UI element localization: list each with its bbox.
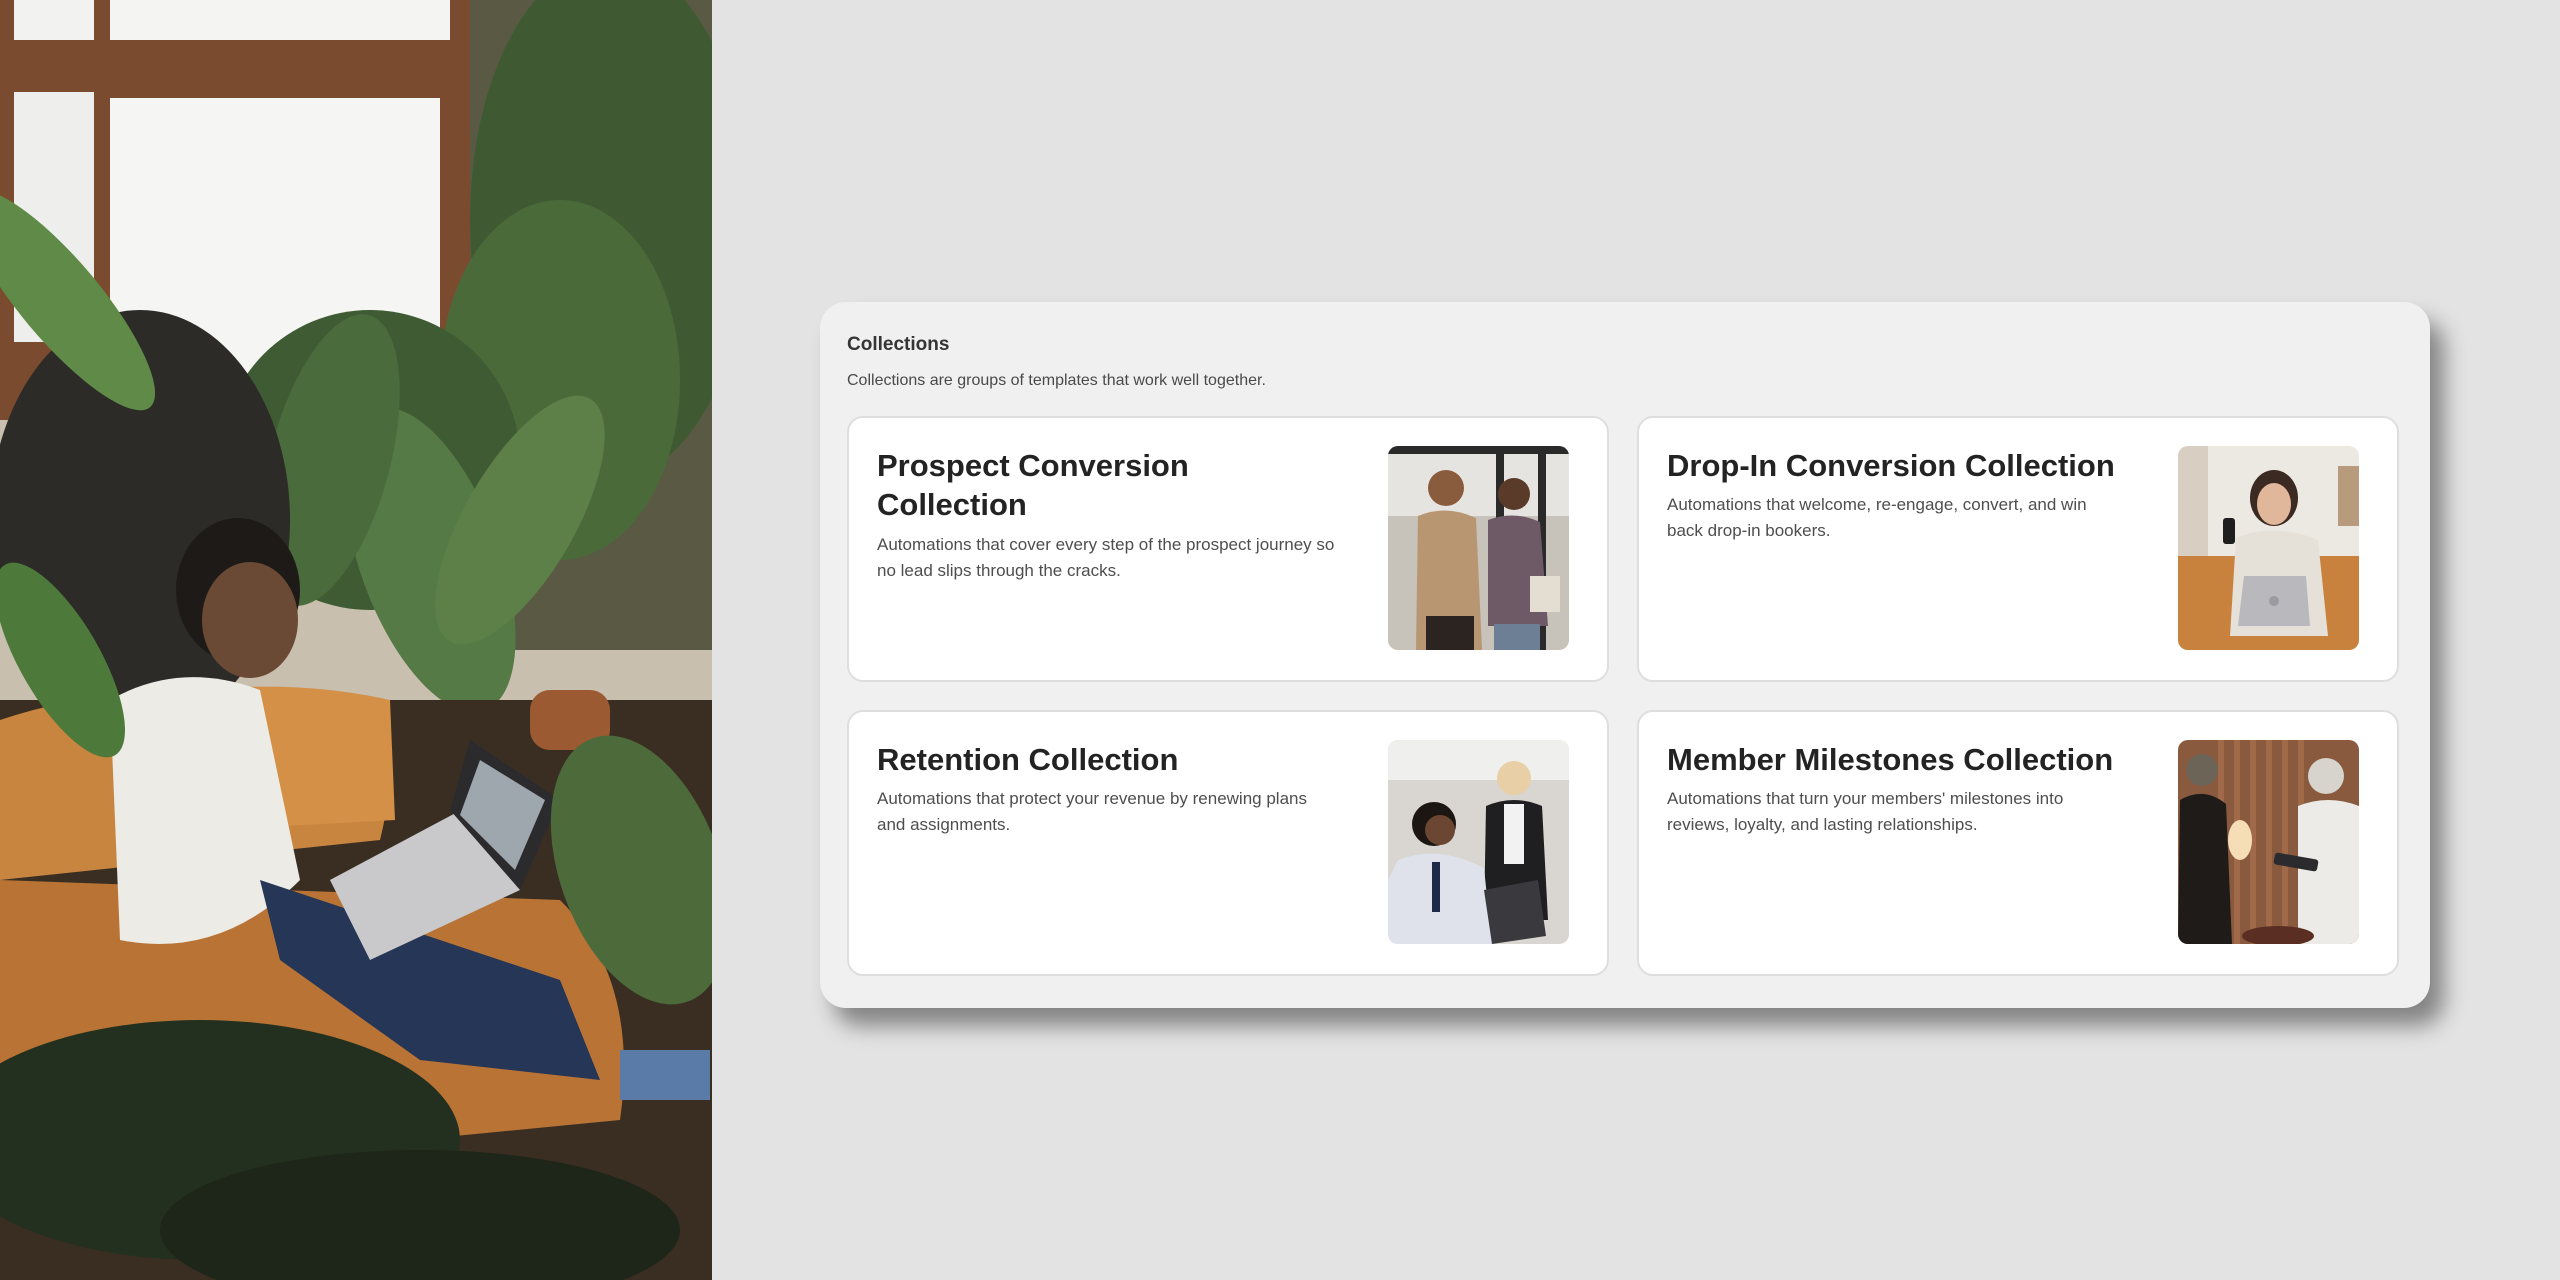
woman-with-laptop-and-phone-photo — [2178, 446, 2359, 650]
collection-card-drop-in-conversion[interactable]: Drop-In Conversion Collection Automation… — [1637, 416, 2399, 682]
collection-card-description: Automations that welcome, re-engage, con… — [1667, 495, 2087, 540]
collection-card-title: Retention Collection — [877, 742, 1179, 777]
office-colleagues-at-laptop-photo — [1388, 740, 1569, 944]
collection-card-retention[interactable]: Retention Collection Automations that pr… — [847, 710, 1609, 976]
collection-card-prospect-conversion[interactable]: Prospect Conversion Collection Automatio… — [847, 416, 1609, 682]
collection-card-title: Prospect Conversion Collection — [877, 448, 1189, 522]
collections-panel: Collections Collections are groups of te… — [820, 302, 2430, 1008]
collections-description: Collections are groups of templates that… — [847, 372, 1266, 389]
hero-photo-person-on-laptop — [0, 0, 712, 1280]
two-people-talking-photo — [1388, 446, 1569, 650]
collection-card-title: Member Milestones Collection — [1667, 742, 2114, 777]
handing-tablet-to-member-photo — [2178, 740, 2359, 944]
collection-card-title: Drop-In Conversion Collection — [1667, 448, 2115, 483]
collection-card-description: Automations that cover every step of the… — [877, 535, 1335, 580]
collection-card-description: Automations that turn your members' mile… — [1667, 789, 2064, 834]
collections-heading: Collections — [847, 334, 950, 355]
collection-card-description: Automations that protect your revenue by… — [877, 789, 1307, 834]
collection-card-member-milestones[interactable]: Member Milestones Collection Automations… — [1637, 710, 2399, 976]
